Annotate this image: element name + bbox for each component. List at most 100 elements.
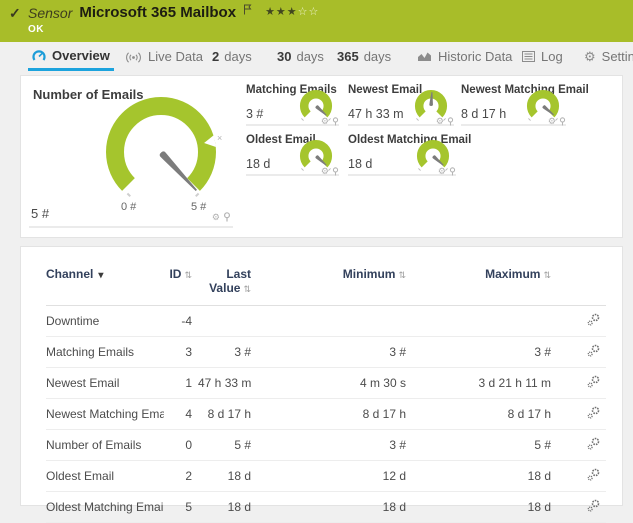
gauge-scale-min: 0 # [121, 201, 137, 213]
channel-settings-icon[interactable] [587, 499, 600, 512]
channel-id: 5 [164, 491, 198, 523]
channel-settings-icon[interactable] [587, 313, 600, 326]
tab-live-data[interactable]: Live Data [121, 42, 207, 71]
column-header-id[interactable]: ID ⇅ [164, 263, 198, 306]
number-of-emails-gauge: × [101, 92, 222, 212]
channel-last-value: 18 d [198, 491, 257, 523]
area-chart-icon [418, 52, 431, 61]
tab-365-days[interactable]: 365 days [333, 42, 395, 71]
gauge-tile-newest-matching-email[interactable]: Newest Matching Email 8 d 17 h ⚙ [461, 84, 589, 126]
gauge-tile-oldest-matching-email[interactable]: Oldest Matching Email 18 d ⚙ [348, 134, 471, 176]
channel-actions [557, 336, 606, 368]
column-header-last-value[interactable]: Last Value ⇅ [198, 263, 257, 306]
table-row[interactable]: Downtime -4 [46, 305, 606, 337]
sort-arrows-icon[interactable]: ⇅ [543, 270, 551, 280]
channel-minimum: 3 # [257, 336, 412, 368]
gear-icon[interactable]: ⚙ [438, 167, 446, 176]
live-signal-icon [126, 51, 141, 63]
gear-icon[interactable]: ⚙ [436, 117, 444, 126]
tab-label: days [296, 49, 324, 64]
channel-maximum [412, 305, 557, 337]
sensor-type-label: Sensor [28, 5, 73, 21]
channel-id: 0 [164, 429, 198, 461]
channel-settings-icon[interactable] [587, 437, 600, 450]
channel-id: 3 [164, 336, 198, 368]
tab-number: 30 [277, 49, 292, 64]
pin-icon[interactable] [332, 117, 339, 126]
channel-actions [557, 460, 606, 492]
gauge-value: 3 # [246, 107, 264, 121]
tab-historic-data[interactable]: Historic Data [413, 42, 516, 71]
gauge-tile-matching-emails[interactable]: Matching Emails 3 # ⚙ [246, 84, 339, 126]
channel-minimum: 8 d 17 h [257, 398, 412, 430]
channel-name: Matching Emails [46, 336, 164, 368]
ok-check-icon: ✓ [9, 5, 21, 21]
tab-log[interactable]: Log [518, 42, 567, 71]
gauge-value: 18 d [348, 157, 373, 171]
chevron-down-icon[interactable]: ▾ [98, 270, 103, 281]
gauge-icon [32, 49, 46, 61]
channel-name: Newest Matching Email [46, 398, 164, 430]
channel-last-value: 5 # [198, 429, 257, 461]
tab-label: days [363, 49, 392, 64]
channel-minimum: 3 # [257, 429, 412, 461]
table-row[interactable]: Matching Emails 3 3 # 3 # 3 # [46, 336, 606, 368]
channel-minimum: 12 d [257, 460, 412, 492]
tab-overview[interactable]: Overview [28, 42, 114, 71]
gear-icon[interactable]: ⚙ [321, 167, 329, 176]
table-row[interactable]: Newest Email 1 47 h 33 m 4 m 30 s 3 d 21… [46, 367, 606, 399]
table-row[interactable]: Oldest Matching Email 5 18 d 18 d 18 d [46, 491, 606, 523]
channels-table: Channel ▾ ID ⇅ Last Value ⇅ Minimum ⇅ Maximu… [46, 263, 606, 523]
channel-minimum: 4 m 30 s [257, 367, 412, 399]
flag-icon[interactable] [243, 2, 252, 20]
tab-2-days[interactable]: 2 days [208, 42, 256, 71]
channel-actions [557, 429, 606, 461]
channel-maximum: 3 d 21 h 11 m [412, 367, 557, 399]
channel-settings-icon[interactable] [587, 406, 600, 419]
table-row[interactable]: Newest Matching Email 4 8 d 17 h 8 d 17 … [46, 398, 606, 430]
tab-settings[interactable]: ⚙ Settings [580, 42, 633, 71]
gauge-value: 8 d 17 h [461, 107, 507, 121]
gauge-title: Newest Matching Email [461, 84, 589, 96]
column-header-maximum[interactable]: Maximum ⇅ [412, 263, 557, 306]
pin-icon[interactable] [223, 212, 231, 222]
channel-settings-icon[interactable] [587, 375, 600, 388]
gauge-tile-actions: ⚙ [212, 212, 231, 222]
sensor-tab-bar: Overview Live Data 2 days 30 days 365 da… [0, 42, 633, 73]
sort-arrows-icon[interactable]: ⇅ [184, 270, 192, 280]
column-header-channel[interactable]: Channel ▾ [46, 263, 164, 306]
tab-30-days[interactable]: 30 days [273, 42, 328, 71]
channel-settings-icon[interactable] [587, 468, 600, 481]
sensor-title: Microsoft 365 Mailbox [79, 4, 237, 21]
channel-maximum: 18 d [412, 491, 557, 523]
table-row[interactable]: Number of Emails 0 5 # 3 # 5 # [46, 429, 606, 461]
pin-icon[interactable] [559, 117, 566, 126]
channel-id: 2 [164, 460, 198, 492]
channel-settings-icon[interactable] [587, 344, 600, 357]
tab-label: Overview [52, 47, 110, 63]
sort-arrows-icon[interactable]: ⇅ [243, 284, 251, 294]
stars-empty: ☆☆ [297, 6, 320, 18]
gear-icon[interactable]: ⚙ [548, 117, 556, 126]
channel-actions [557, 398, 606, 430]
channel-last-value: 47 h 33 m [198, 367, 257, 399]
sensor-title-row: Sensor Microsoft 365 Mailbox ★★★☆☆ [28, 4, 319, 21]
gauge-tile-oldest-email[interactable]: Oldest Email 18 d ⚙ [246, 134, 339, 176]
gear-icon[interactable]: ⚙ [321, 117, 329, 126]
gear-icon[interactable]: ⚙ [212, 212, 220, 222]
channel-maximum: 5 # [412, 429, 557, 461]
pin-icon[interactable] [332, 167, 339, 176]
pin-icon[interactable] [447, 117, 454, 126]
pin-icon[interactable] [449, 167, 456, 176]
column-header-minimum[interactable]: Minimum ⇅ [257, 263, 412, 306]
gauge-tile-number-of-emails[interactable]: Number of Emails × 0 # 5 # 5 # ⚙ [29, 84, 233, 228]
channel-last-value: 18 d [198, 460, 257, 492]
tab-label: Historic Data [438, 49, 513, 64]
priority-star-rating[interactable]: ★★★☆☆ [265, 5, 319, 18]
gauge-tile-actions: ⚙ [548, 117, 566, 126]
sort-arrows-icon[interactable]: ⇅ [398, 270, 406, 280]
channel-actions [557, 491, 606, 523]
channel-maximum: 3 # [412, 336, 557, 368]
gauge-tile-newest-email[interactable]: Newest Email 47 h 33 m ⚙ [348, 84, 454, 126]
table-row[interactable]: Oldest Email 2 18 d 12 d 18 d [46, 460, 606, 492]
